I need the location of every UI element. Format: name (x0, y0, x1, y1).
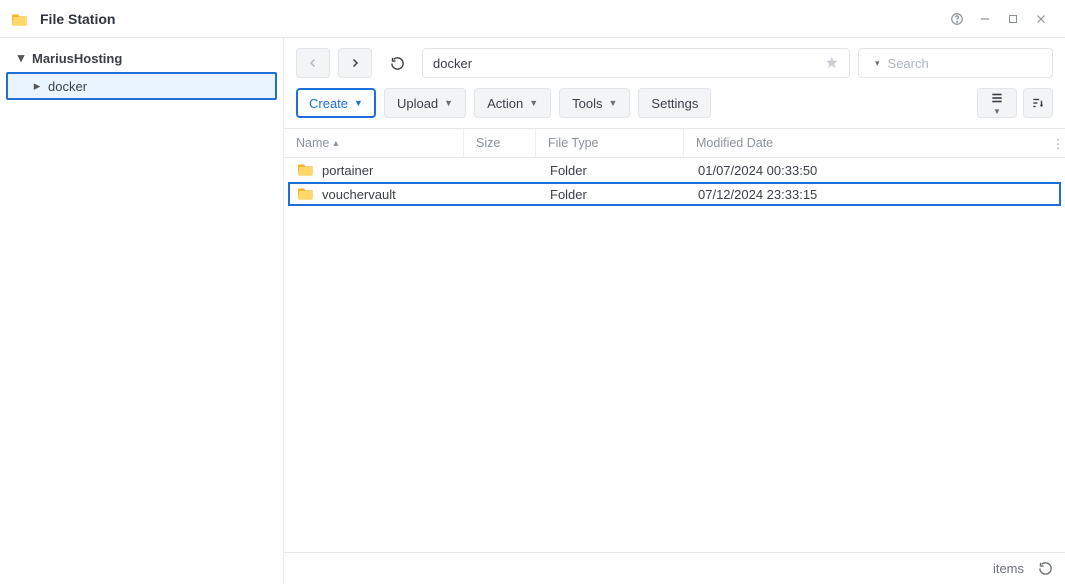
column-header-modified[interactable]: Modified Date (684, 129, 1039, 157)
sort-toggle-button[interactable] (1023, 88, 1053, 118)
table-row[interactable]: portainer Folder01/07/2024 00:33:50 (288, 158, 1061, 182)
chevron-right-icon: ▸ (30, 78, 44, 94)
app-icon (10, 9, 30, 29)
table-row[interactable]: vouchervault Folder07/12/2024 23:33:15 (288, 182, 1061, 206)
tree-root-label: MariusHosting (32, 51, 122, 66)
column-header-type[interactable]: File Type (536, 129, 684, 157)
chevron-down-icon: ▼ (444, 98, 453, 108)
status-refresh-button[interactable] (1038, 561, 1053, 576)
file-type: Folder (538, 163, 686, 178)
tree-root[interactable]: ▾ MariusHosting (0, 44, 283, 72)
column-header-name[interactable]: Name ▴ (284, 129, 464, 157)
title-bar: File Station (0, 0, 1065, 38)
maximize-icon[interactable] (999, 5, 1027, 33)
sidebar: ▾ MariusHosting ▸ docker (0, 38, 284, 584)
window-title: File Station (40, 11, 115, 27)
nav-back-button[interactable] (296, 48, 330, 78)
sort-icon (1030, 96, 1046, 110)
favorite-star-icon[interactable]: ★ (825, 53, 839, 73)
column-header-size[interactable]: Size (464, 129, 536, 157)
status-bar: items (284, 552, 1065, 584)
help-icon[interactable] (943, 5, 971, 33)
file-name: vouchervault (322, 187, 396, 202)
upload-button[interactable]: Upload ▼ (384, 88, 466, 118)
file-modified: 01/07/2024 00:33:50 (686, 163, 1059, 178)
settings-button[interactable]: Settings (638, 88, 711, 118)
chevron-down-icon: ▼ (609, 98, 618, 108)
tree-item-docker[interactable]: ▸ docker (6, 72, 277, 100)
path-input[interactable]: docker ★ (422, 48, 850, 78)
file-type: Folder (538, 187, 686, 202)
tree-item-label: docker (48, 79, 87, 94)
chevron-down-icon: ▼ (529, 98, 538, 108)
tools-button[interactable]: Tools ▼ (559, 88, 630, 118)
chevron-down-icon: ▼ (354, 98, 363, 108)
action-button[interactable]: Action ▼ (474, 88, 551, 118)
chevron-down-icon: ▾ (14, 50, 28, 66)
file-table: Name ▴ Size File Type Modified Date ⋮ po… (284, 128, 1065, 552)
main-panel: docker ★ ▾ Create ▼ Upload ▼ (284, 38, 1065, 584)
search-input[interactable]: ▾ (858, 48, 1053, 78)
close-icon[interactable] (1027, 5, 1055, 33)
list-view-icon (989, 91, 1005, 105)
toolbar-action-row: Create ▼ Upload ▼ Action ▼ Tools ▼ Setti… (296, 88, 1053, 118)
path-text: docker (433, 56, 825, 71)
minimize-icon[interactable] (971, 5, 999, 33)
nav-forward-button[interactable] (338, 48, 372, 78)
file-name: portainer (322, 163, 373, 178)
table-body: portainer Folder01/07/2024 00:33:50 vouche… (284, 158, 1065, 552)
table-header: Name ▴ Size File Type Modified Date ⋮ (284, 128, 1065, 158)
folder-icon (298, 186, 314, 203)
chevron-down-icon: ▼ (993, 107, 1001, 116)
toolbar-nav-row: docker ★ ▾ (296, 48, 1053, 78)
folder-icon (298, 162, 314, 179)
status-items-label: items (993, 561, 1024, 576)
sort-asc-icon: ▴ (333, 138, 338, 149)
create-button[interactable]: Create ▼ (296, 88, 376, 118)
search-field[interactable] (886, 55, 1065, 72)
view-mode-button[interactable]: ▼ (977, 88, 1017, 118)
file-modified: 07/12/2024 23:33:15 (686, 187, 1059, 202)
search-dropdown-icon[interactable]: ▾ (875, 58, 880, 69)
nav-refresh-button[interactable] (380, 48, 414, 78)
column-options-button[interactable]: ⋮ (1039, 129, 1065, 157)
